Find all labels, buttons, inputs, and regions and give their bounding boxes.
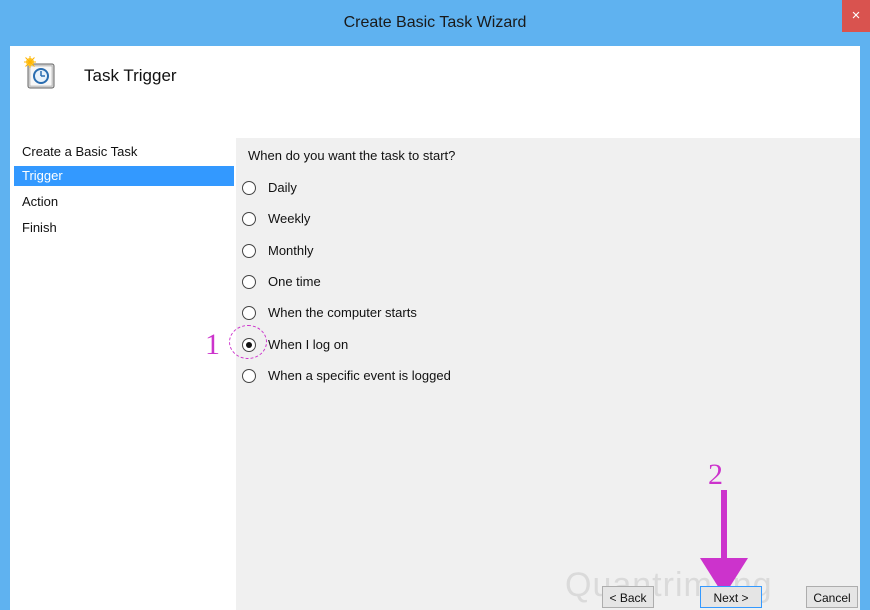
close-icon: × [851,7,861,24]
option-label: When I log on [268,337,349,352]
back-button[interactable]: < Back [602,586,654,608]
option-label: When a specific event is logged [268,368,451,383]
nav-item-finish[interactable]: Finish [14,218,234,238]
annotation-step-1: 1 [205,328,220,361]
annotation-circle [229,325,267,359]
annotation-step-2: 2 [708,458,723,491]
wizard-header: Task Trigger [10,46,860,138]
radio-one-time[interactable] [242,275,256,289]
annotation-arrow-icon [700,490,748,596]
close-button[interactable]: × [842,0,870,32]
title-bar[interactable]: Create Basic Task Wizard × [0,0,870,46]
radio-monthly[interactable] [242,244,256,258]
page-title: Task Trigger [84,66,177,85]
option-specific-event[interactable]: When a specific event is logged [242,366,542,390]
option-label: Daily [268,180,297,195]
cancel-button[interactable]: Cancel [806,586,858,608]
option-log-on[interactable]: When I log on [242,335,542,359]
next-button[interactable]: Next > [700,586,762,608]
radio-specific-event[interactable] [242,369,256,383]
task-trigger-icon [24,56,55,89]
option-label: When the computer starts [268,305,417,320]
window-title: Create Basic Task Wizard [343,14,527,31]
radio-weekly[interactable] [242,212,256,226]
option-one-time[interactable]: One time [242,272,542,296]
option-label: Weekly [268,211,311,226]
option-weekly[interactable]: Weekly [242,209,542,233]
trigger-question: When do you want the task to start? [248,148,456,163]
option-monthly[interactable]: Monthly [242,241,542,265]
option-daily[interactable]: Daily [242,178,542,202]
nav-item-action[interactable]: Action [14,192,234,212]
radio-computer-starts[interactable] [242,306,256,320]
option-label: Monthly [268,243,314,258]
radio-daily[interactable] [242,181,256,195]
wizard-steps-nav: Create a Basic Task Trigger Action Finis… [10,138,236,610]
nav-item-create-basic-task[interactable]: Create a Basic Task [14,142,234,162]
option-label: One time [268,274,321,289]
option-computer-starts[interactable]: When the computer starts [242,303,542,327]
nav-item-trigger[interactable]: Trigger [14,166,234,186]
